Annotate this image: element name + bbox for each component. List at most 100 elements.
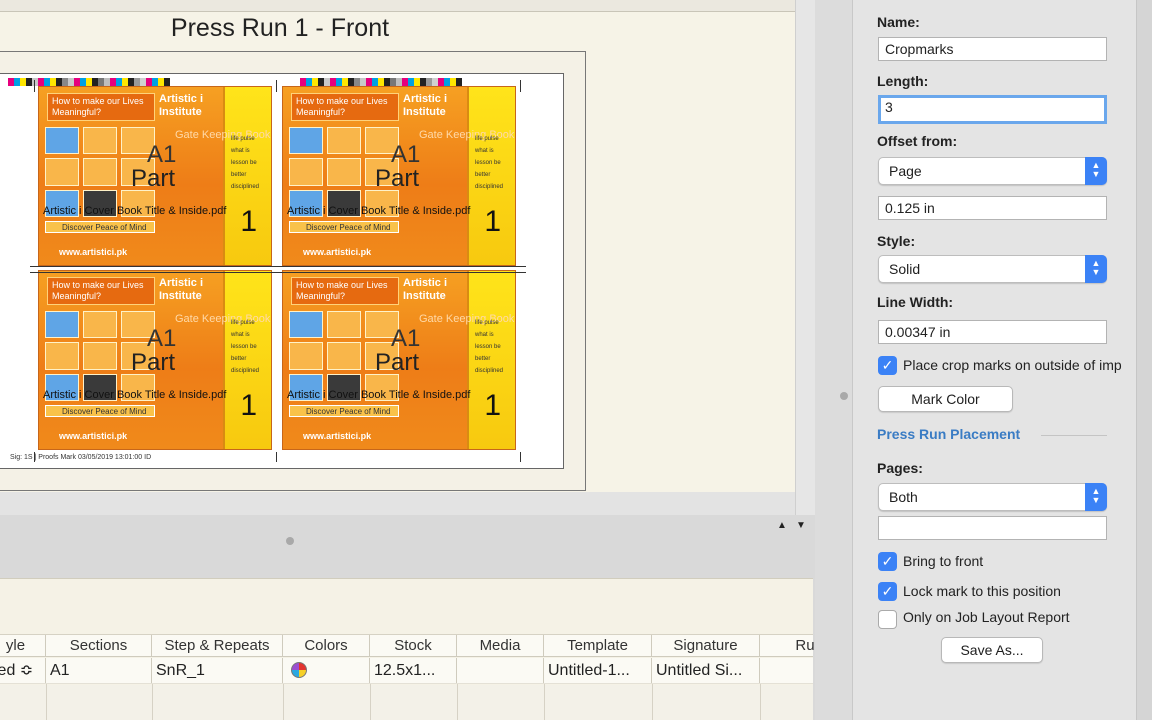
- pages-label: Pages:: [877, 460, 923, 476]
- table-toolbar: [0, 579, 813, 635]
- mark-color-button[interactable]: Mark Color: [878, 386, 1013, 412]
- pages-value: Both: [889, 489, 918, 505]
- panel-url: www.artistici.pk: [303, 431, 372, 441]
- color-bar-left: [8, 78, 170, 86]
- panel-discover: Discover Peace of Mind: [45, 405, 155, 417]
- column-header-sections[interactable]: Sections: [46, 635, 152, 656]
- panel-discover: Discover Peace of Mind: [45, 221, 155, 233]
- cell-step-repeats[interactable]: SnR_1: [152, 658, 283, 683]
- imposed-page-top-right[interactable]: How to make our Lives Meaningful? Artisti…: [282, 86, 516, 266]
- column-divider: [760, 684, 761, 720]
- column-divider: [283, 684, 284, 720]
- color-patch: [164, 78, 170, 86]
- column-header-style[interactable]: yle: [0, 635, 46, 656]
- inspector-scroll-edge: [1136, 0, 1152, 720]
- panel-url: www.artistici.pk: [303, 247, 372, 257]
- cell-media[interactable]: [457, 658, 544, 683]
- name-field[interactable]: Cropmarks: [878, 37, 1107, 61]
- inspector-splitter: [815, 0, 852, 720]
- panel-institute: Artistic i Institute: [403, 93, 448, 118]
- scroll-up-arrow-icon[interactable]: ▲: [777, 520, 787, 531]
- panel-question: How to make our Lives Meaningful?: [47, 277, 155, 305]
- cell-style[interactable]: led ≎: [0, 658, 46, 683]
- cell-stock[interactable]: 12.5x1...: [370, 658, 457, 683]
- line-width-field[interactable]: 0.00347 in: [878, 320, 1107, 344]
- crop-mark: [30, 272, 526, 273]
- bring-to-front-checkbox[interactable]: ✓: [878, 552, 897, 571]
- line-width-label: Line Width:: [877, 294, 954, 310]
- lock-mark-label: Lock mark to this position: [903, 583, 1061, 599]
- pages-select[interactable]: Both ▲ ▼: [878, 483, 1107, 511]
- imposed-page-top-left[interactable]: How to make our Lives Meaningful? Artisti…: [38, 86, 272, 266]
- panel-tile: [327, 158, 361, 186]
- panel-filename: Artistic i Cover Book Title & Inside.pdf: [287, 389, 471, 401]
- panel-scribble: life pulse what is lesson be better disc…: [475, 136, 504, 190]
- save-as-button[interactable]: Save As...: [941, 637, 1043, 663]
- column-header-signature[interactable]: Signature: [652, 635, 760, 656]
- cell-sections[interactable]: A1: [46, 658, 152, 683]
- column-divider: [370, 684, 371, 720]
- panel-part: Part: [375, 165, 420, 192]
- imposed-page-bottom-right[interactable]: How to make our Lives Meaningful? Artisti…: [282, 270, 516, 450]
- panel-part: Part: [131, 165, 176, 192]
- table-row[interactable]: led ≎ A1 SnR_1 12.5x1... Untitled-1... U…: [0, 658, 813, 684]
- crop-mark: [34, 80, 35, 92]
- lock-mark-checkbox[interactable]: ✓: [878, 582, 897, 601]
- column-divider: [457, 684, 458, 720]
- panel-tile: [83, 342, 117, 370]
- press-runs-table: yle Sections Step & Repeats Colors Stock…: [0, 578, 815, 720]
- panel-discover: Discover Peace of Mind: [289, 221, 399, 233]
- panel-scribble: life pulse what is lesson be better disc…: [231, 320, 260, 374]
- panel-tile: [327, 127, 361, 155]
- table-header-row: yle Sections Step & Repeats Colors Stock…: [0, 635, 815, 657]
- place-outside-label: Place crop marks on outside of imp: [903, 357, 1122, 373]
- imposed-page-bottom-left[interactable]: How to make our Lives Meaningful? Artisti…: [38, 270, 272, 450]
- panel-institute: Artistic i Institute: [403, 277, 448, 302]
- crop-mark: [276, 80, 277, 92]
- column-header-stock[interactable]: Stock: [370, 635, 457, 656]
- panel-number: 1: [240, 389, 257, 422]
- panel-question: How to make our Lives Meaningful?: [47, 93, 155, 121]
- press-run-placement-heading: Press Run Placement: [877, 426, 1021, 442]
- column-header-template[interactable]: Template: [544, 635, 652, 656]
- column-divider: [46, 684, 47, 720]
- panel-question: How to make our Lives Meaningful?: [291, 277, 399, 305]
- column-divider: [544, 684, 545, 720]
- place-outside-checkbox[interactable]: ✓: [878, 356, 897, 375]
- name-label: Name:: [877, 14, 920, 30]
- line-style-select[interactable]: Solid ▲ ▼: [878, 255, 1107, 283]
- crop-mark: [520, 80, 521, 92]
- popup-chevron-icon: ▲ ▼: [1085, 157, 1107, 185]
- panel-tile: [45, 158, 79, 186]
- offset-from-select[interactable]: Page ▲ ▼: [878, 157, 1107, 185]
- panel-scribble: life pulse what is lesson be better disc…: [475, 320, 504, 374]
- cell-colors[interactable]: [283, 658, 370, 683]
- job-layout-report-checkbox[interactable]: [878, 610, 897, 629]
- panel-number: 1: [484, 205, 501, 238]
- table-row-empty[interactable]: [0, 685, 813, 720]
- panel-tile: [45, 342, 79, 370]
- column-header-media[interactable]: Media: [457, 635, 544, 656]
- panel-part: Part: [131, 349, 176, 376]
- slug-line: Sig: 1S | Proofs Mark 03/05/2019 13:01:0…: [10, 454, 152, 461]
- panel-part: Part: [375, 349, 420, 376]
- scroll-down-arrow-icon[interactable]: ▼: [796, 520, 806, 531]
- preview-scroll-edge: [795, 0, 815, 515]
- column-header-colors[interactable]: Colors: [283, 635, 370, 656]
- cell-template[interactable]: Untitled-1...: [544, 658, 652, 683]
- pages-extra-field[interactable]: [878, 516, 1107, 540]
- color-patch: [456, 78, 462, 86]
- panel-scribble: life pulse what is lesson be better disc…: [231, 136, 260, 190]
- panel-tile: [327, 311, 361, 339]
- cell-signature[interactable]: Untitled Si...: [652, 658, 760, 683]
- inspector-splitter-handle[interactable]: [840, 392, 848, 400]
- length-field[interactable]: 3: [878, 95, 1107, 124]
- popup-chevron-icon: ▲ ▼: [1085, 483, 1107, 511]
- panel-filename: Artistic i Cover Book Title & Inside.pdf: [43, 389, 227, 401]
- offset-amount-field[interactable]: 0.125 in: [878, 196, 1107, 220]
- column-header-step-repeats[interactable]: Step & Repeats: [152, 635, 283, 656]
- splitter-handle[interactable]: [286, 537, 294, 545]
- offset-from-value: Page: [889, 163, 922, 179]
- panel-institute: Artistic i Institute: [159, 277, 204, 302]
- column-divider: [152, 684, 153, 720]
